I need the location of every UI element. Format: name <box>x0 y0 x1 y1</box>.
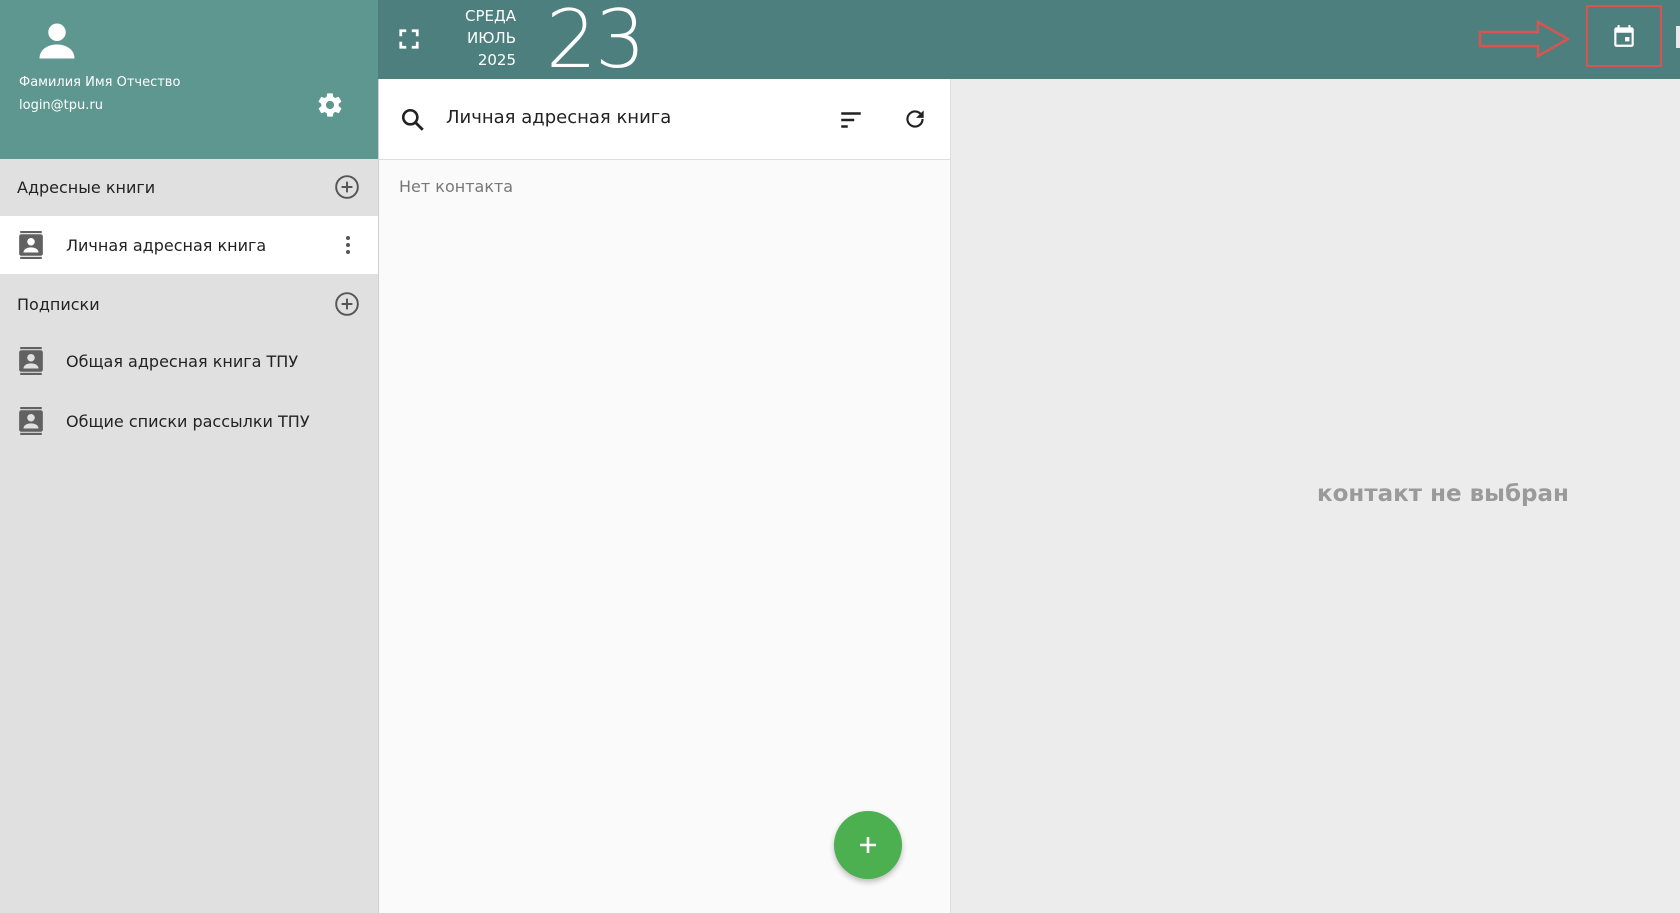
edge-marker <box>1676 26 1680 48</box>
month: ИЮЛЬ <box>467 29 516 47</box>
list-toolbar: Личная адресная книга <box>379 79 950 160</box>
weekday: СРЕДА <box>465 7 516 25</box>
empty-list-text: Нет контакта <box>399 177 514 196</box>
contact-book-icon <box>19 407 43 435</box>
contact-list-panel: Личная адресная книга Нет контакта <box>379 79 951 913</box>
user-name: Фамилия Имя Отчество <box>19 75 181 90</box>
sidebar-item-label: Общие списки рассылки ТПУ <box>66 411 310 431</box>
add-subscription-button[interactable] <box>334 291 360 317</box>
contact-book-icon <box>19 231 43 259</box>
more-vert-icon[interactable] <box>344 234 352 256</box>
top-bar: СРЕДА ИЮЛЬ 2025 23 <box>378 0 1680 86</box>
calendar-icon <box>1614 25 1634 47</box>
contact-book-icon <box>19 347 43 375</box>
user-login: login@tpu.ru <box>19 98 103 113</box>
sidebar-item-tpu-mailing-lists[interactable]: Общие списки рассылки ТПУ <box>0 392 378 450</box>
sort-icon[interactable] <box>838 107 864 133</box>
date-text: СРЕДА ИЮЛЬ 2025 <box>446 5 516 71</box>
sidebar-item-label: Общая адресная книга ТПУ <box>66 351 299 371</box>
add-address-book-button[interactable] <box>334 174 360 200</box>
list-title: Личная адресная книга <box>446 107 672 128</box>
year: 2025 <box>477 51 516 69</box>
settings-button[interactable] <box>313 88 347 122</box>
user-profile: Фамилия Имя Отчество login@tpu.ru <box>0 0 378 159</box>
calendar-button[interactable] <box>1586 5 1662 67</box>
sidebar-item-label: Личная адресная книга <box>66 235 267 255</box>
search-icon[interactable] <box>400 107 426 133</box>
day-number: 23 <box>546 0 646 86</box>
sidebar-item-personal-book[interactable]: Личная адресная книга <box>0 216 378 274</box>
contact-detail-panel: контакт не выбран <box>951 79 1680 913</box>
no-contact-selected-text: контакт не выбран <box>1317 481 1569 507</box>
add-contact-button[interactable] <box>834 811 902 879</box>
sidebar-item-tpu-address-book[interactable]: Общая адресная книга ТПУ <box>0 332 378 390</box>
fullscreen-icon[interactable] <box>398 28 420 50</box>
subscriptions-header: Подписки <box>0 276 378 332</box>
arrow-right-icon <box>1478 20 1570 58</box>
user-avatar-icon <box>39 23 75 59</box>
gear-icon <box>318 93 342 117</box>
sidebar: Фамилия Имя Отчество login@tpu.ru Адресн… <box>0 0 379 913</box>
subscriptions-title: Подписки <box>17 294 100 314</box>
plus-icon <box>860 837 876 853</box>
address-books-header: Адресные книги <box>0 159 378 215</box>
address-books-title: Адресные книги <box>17 177 156 197</box>
refresh-icon[interactable] <box>902 106 928 132</box>
